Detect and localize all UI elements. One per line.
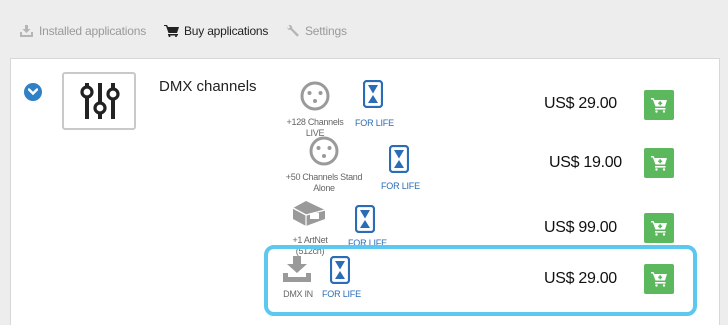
tab-settings-label: Settings <box>305 24 347 38</box>
expand-toggle[interactable] <box>24 83 42 101</box>
sliders-icon <box>80 83 120 119</box>
tab-settings[interactable]: Settings <box>285 22 347 40</box>
license-label: FOR LIFE <box>381 181 420 191</box>
license-label: FOR LIFE <box>322 289 361 299</box>
hourglass-icon <box>355 205 375 233</box>
hourglass-icon <box>330 256 350 284</box>
app-thumbnail <box>62 72 136 130</box>
option-price: US$ 19.00 <box>549 154 622 171</box>
option-price: US$ 29.00 <box>544 95 617 112</box>
tab-buy-applications[interactable]: Buy applications <box>164 22 268 40</box>
cart-plus-icon <box>651 272 667 287</box>
cart-plus-icon <box>651 98 667 113</box>
hourglass-icon <box>363 80 383 108</box>
add-to-cart-button[interactable] <box>644 148 674 178</box>
tab-bar: Installed applications Buy applications … <box>0 0 728 58</box>
option-price: US$ 29.00 <box>544 270 617 287</box>
cart-plus-icon <box>651 156 667 171</box>
tab-buy-label: Buy applications <box>184 24 269 38</box>
option-label: +50 Channels Stand Alone <box>285 172 363 193</box>
cart-plus-icon <box>651 221 667 236</box>
hourglass-icon <box>389 145 409 173</box>
cart-icon <box>164 25 179 37</box>
network-port-icon <box>292 201 326 226</box>
license-label: FOR LIFE <box>355 118 394 128</box>
option-label: DMX IN <box>283 289 313 299</box>
tab-installed-applications[interactable]: Installed applications <box>19 22 146 40</box>
download-tray-icon <box>20 25 33 37</box>
tab-installed-label: Installed applications <box>39 24 147 38</box>
chevron-down-icon <box>28 88 38 96</box>
download-tray-icon <box>283 256 311 282</box>
app-title: DMX channels <box>159 78 257 95</box>
add-to-cart-button[interactable] <box>644 213 674 243</box>
add-to-cart-button[interactable] <box>644 264 674 294</box>
wrench-icon <box>286 24 299 36</box>
xlr-connector-icon <box>300 81 330 111</box>
highlighted-option-frame <box>264 245 697 316</box>
option-price: US$ 99.00 <box>544 219 617 236</box>
add-to-cart-button[interactable] <box>644 90 674 120</box>
xlr-connector-icon <box>309 136 339 166</box>
